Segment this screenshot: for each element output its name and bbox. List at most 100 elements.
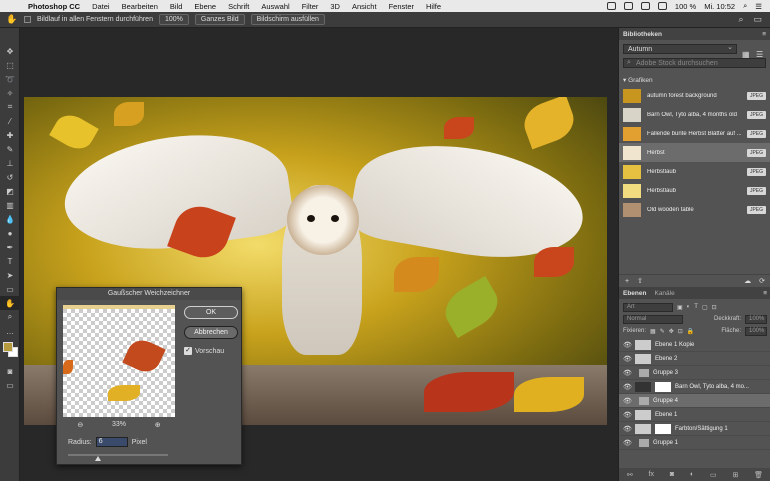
new-layer-icon[interactable]: ⊞ <box>732 471 738 479</box>
visibility-eye-icon[interactable]: 👁 <box>623 341 632 349</box>
fill-input[interactable]: 100% <box>745 326 767 336</box>
filter-pixel-icon[interactable]: ▣ <box>677 304 683 311</box>
clock[interactable]: Mi. 10:52 <box>704 2 735 11</box>
panel-menu-icon[interactable]: ≡ <box>763 290 770 297</box>
search-icon[interactable]: ⌕ <box>738 14 743 25</box>
dialog-title[interactable]: Gaußscher Weichzeichner <box>57 288 241 300</box>
tab-libraries[interactable]: Bibliotheken <box>623 31 662 38</box>
hand-tool-icon[interactable]: ✋ <box>6 14 18 25</box>
more-tools-icon[interactable]: … <box>0 324 20 338</box>
add-content-icon[interactable]: + <box>625 278 629 285</box>
add-mask-icon[interactable]: ◙ <box>670 471 674 478</box>
tab-channels[interactable]: Kanäle <box>654 290 674 297</box>
visibility-eye-icon[interactable]: 👁 <box>623 411 632 419</box>
magic-wand-tool-icon[interactable]: ✧ <box>0 86 20 100</box>
filter-kind-select[interactable]: Art <box>623 302 673 312</box>
menu-datei[interactable]: Datei <box>86 2 116 11</box>
library-select[interactable]: Autumn <box>623 43 737 54</box>
cancel-button[interactable]: Abbrechen <box>184 326 238 339</box>
layer-row[interactable]: 👁 Gruppe 3 <box>619 366 770 380</box>
adjustment-layer-icon[interactable]: ◐ <box>690 471 694 478</box>
shape-tool-icon[interactable]: ▭ <box>0 282 20 296</box>
lock-pixels-icon[interactable]: ▦ <box>650 328 656 335</box>
volume-icon[interactable] <box>657 2 667 10</box>
visibility-eye-icon[interactable]: 👁 <box>623 355 632 363</box>
pen-tool-icon[interactable]: ✒ <box>0 240 20 254</box>
foreground-color-swatch[interactable] <box>3 342 13 352</box>
radius-slider-thumb[interactable] <box>95 456 101 461</box>
filter-type-icon[interactable]: T <box>694 304 698 310</box>
zoom-100-button[interactable]: 100% <box>158 14 189 25</box>
sync-icon[interactable]: ⟳ <box>759 277 765 285</box>
layer-mask-thumbnail[interactable] <box>655 423 671 434</box>
healing-brush-tool-icon[interactable]: ✚ <box>0 128 20 142</box>
lasso-tool-icon[interactable]: ➰ <box>0 72 20 86</box>
type-tool-icon[interactable]: T <box>0 254 20 268</box>
menu-fenster[interactable]: Fenster <box>383 2 420 11</box>
library-item[interactable]: Herbstlaub JPEG <box>619 162 770 181</box>
layer-row[interactable]: 👁 Gruppe 1 <box>619 436 770 450</box>
creative-cloud-icon[interactable]: ☁ <box>744 277 751 285</box>
marquee-tool-icon[interactable]: ⬚ <box>0 58 20 72</box>
preview-toggle[interactable]: ✓ Vorschau <box>184 347 224 355</box>
panel-menu-icon[interactable]: ≡ <box>762 31 770 38</box>
eraser-tool-icon[interactable]: ◩ <box>0 184 20 198</box>
opacity-input[interactable]: 100% <box>745 314 767 324</box>
menu-ansicht[interactable]: Ansicht <box>346 2 383 11</box>
blend-mode-select[interactable]: Normal <box>623 314 683 324</box>
section-graphics[interactable]: ▾ Grafiken <box>623 76 766 84</box>
move-tool-icon[interactable]: ✥ <box>0 44 20 58</box>
upload-icon[interactable]: ⇧ <box>637 277 643 285</box>
zoom-in-icon[interactable]: ⊕ <box>155 421 161 429</box>
library-item[interactable]: Herbst JPEG <box>619 143 770 162</box>
lock-move-icon[interactable]: ✥ <box>669 328 674 335</box>
fill-screen-button[interactable]: Bildschirm ausfüllen <box>250 14 325 25</box>
creative-cloud-icon[interactable] <box>606 2 616 10</box>
fit-screen-button[interactable]: Ganzes Bild <box>194 14 245 25</box>
gradient-tool-icon[interactable]: ▥ <box>0 198 20 212</box>
lock-all-icon[interactable]: 🔒 <box>687 328 694 335</box>
visibility-eye-icon[interactable]: 👁 <box>623 369 632 377</box>
hand-tool-icon[interactable]: ✋ <box>0 296 20 310</box>
visibility-eye-icon[interactable]: 👁 <box>623 439 632 447</box>
app-menu[interactable]: Photoshop CC <box>22 2 86 11</box>
menu-ebene[interactable]: Ebene <box>188 2 222 11</box>
crop-tool-icon[interactable]: ⌗ <box>0 100 20 114</box>
preview-checkbox[interactable]: ✓ <box>184 347 192 355</box>
notification-icon[interactable]: ☰ <box>755 2 762 11</box>
filter-adjust-icon[interactable]: ◐ <box>687 304 691 310</box>
stock-search-input[interactable]: Adobe Stock durchsuchen <box>623 58 766 68</box>
spotlight-icon[interactable]: ⌕ <box>743 1 747 11</box>
blur-preview[interactable] <box>63 305 175 417</box>
filter-shape-icon[interactable]: ▢ <box>702 304 708 311</box>
stamp-tool-icon[interactable]: ⊥ <box>0 156 20 170</box>
dodge-tool-icon[interactable]: ● <box>0 226 20 240</box>
lock-artboard-icon[interactable]: ⊡ <box>678 328 683 335</box>
dropbox-icon[interactable] <box>623 2 633 10</box>
layer-style-icon[interactable]: fx <box>649 471 654 478</box>
layer-row[interactable]: 👁 Farbton/Sättigung 1 <box>619 422 770 436</box>
layer-row[interactable]: 👁 Barn Owl, Tyto alba, 4 mo... <box>619 380 770 394</box>
brush-tool-icon[interactable]: ✎ <box>0 142 20 156</box>
link-layers-icon[interactable]: ⚯ <box>627 471 633 479</box>
menu-hilfe[interactable]: Hilfe <box>420 2 447 11</box>
scroll-all-checkbox[interactable] <box>24 16 31 23</box>
layer-row[interactable]: 👁 Gruppe 4 <box>619 394 770 408</box>
layer-row[interactable]: 👁 Ebene 1 <box>619 408 770 422</box>
zoom-out-icon[interactable]: ⊖ <box>77 421 83 429</box>
tab-layers[interactable]: Ebenen <box>623 290 646 297</box>
workspace-icon[interactable]: ▭ <box>753 14 762 25</box>
visibility-eye-icon[interactable]: 👁 <box>623 397 632 405</box>
delete-layer-icon[interactable]: 🗑 <box>754 471 763 479</box>
menu-bearbeiten[interactable]: Bearbeiten <box>116 2 164 11</box>
lock-brush-icon[interactable]: ✎ <box>660 328 665 335</box>
radius-input[interactable]: 6 <box>95 437 128 447</box>
blur-tool-icon[interactable]: 💧 <box>0 212 20 226</box>
library-item[interactable]: Herbstlaub JPEG <box>619 181 770 200</box>
new-group-icon[interactable]: ▭ <box>710 471 717 479</box>
filter-smart-icon[interactable]: ⊡ <box>712 304 717 311</box>
layer-row[interactable]: 👁 Ebene 1 Kopie <box>619 338 770 352</box>
library-item[interactable]: Old wooden table JPEG <box>619 200 770 219</box>
path-selection-tool-icon[interactable]: ➤ <box>0 268 20 282</box>
layer-row[interactable]: 👁 Ebene 2 <box>619 352 770 366</box>
